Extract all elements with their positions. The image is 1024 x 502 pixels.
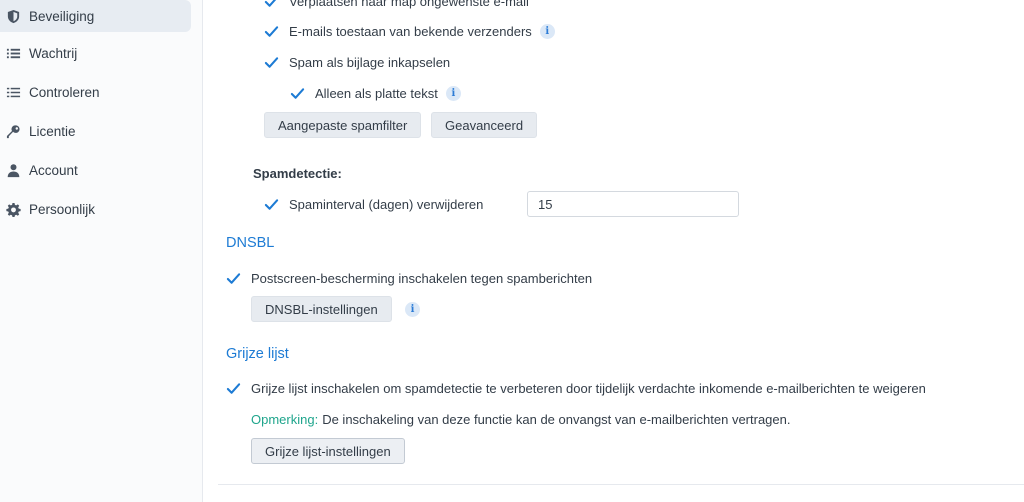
key-icon (5, 123, 21, 139)
sidebar: Beveiliging Wachtrij Controleren Licenti… (0, 0, 203, 502)
user-icon (5, 162, 21, 178)
sidebar-item-controleren[interactable]: Controleren (0, 76, 191, 108)
allow-known-senders-checkbox[interactable] (264, 24, 279, 39)
checkmark-icon (290, 87, 305, 99)
plain-text-checkbox[interactable] (290, 86, 305, 101)
sidebar-item-label: Controleren (29, 84, 100, 100)
move-junk-row: Verplaatsen naar map ongewenste e-mail (264, 0, 529, 11)
checkmark-icon (226, 382, 241, 394)
dnsbl-section-title: DNSBL (226, 235, 275, 251)
advanced-button[interactable]: Geavanceerd (431, 112, 538, 138)
info-icon[interactable]: i (445, 85, 461, 101)
shield-icon (5, 8, 21, 24)
greylist-section-title: Grijze lijst (226, 346, 289, 362)
greylist-note: Opmerking: De inschakeling van deze funct… (251, 412, 790, 427)
spam-interval-row: Spaminterval (dagen) verwijderen (264, 194, 483, 214)
note-key: Opmerking: (251, 412, 319, 427)
postscreen-checkbox[interactable] (226, 271, 241, 286)
checkmark-icon (264, 198, 279, 210)
move-junk-checkbox[interactable] (264, 0, 279, 9)
postscreen-row: Postscreen-bescherming inschakelen tegen… (226, 268, 592, 288)
allow-known-senders-row: E-mails toestaan van bekende verzenders … (264, 21, 555, 41)
plain-text-label: Alleen als platte tekst (315, 85, 438, 101)
encapsulate-checkbox[interactable] (264, 55, 279, 70)
info-icon[interactable]: i (405, 302, 420, 317)
checkmark-icon (226, 272, 241, 284)
sidebar-item-label: Account (29, 162, 78, 178)
sidebar-item-beveiliging[interactable]: Beveiliging (0, 0, 191, 32)
allow-known-senders-label: E-mails toestaan van bekende verzenders (289, 23, 532, 39)
encapsulate-row: Spam als bijlage inkapselen (264, 52, 450, 72)
main-content: Verplaatsen naar map ongewenste e-mail E… (204, 0, 1024, 502)
sidebar-item-licentie[interactable]: Licentie (0, 115, 191, 147)
note-text: De inschakeling van deze functie kan de … (322, 412, 791, 427)
custom-spam-filter-button[interactable]: Aangepaste spamfilter (264, 112, 422, 138)
sidebar-item-label: Wachtrij (29, 45, 78, 61)
dnsbl-settings-button[interactable]: DNSBL-instellingen (251, 296, 392, 322)
checkmark-icon (264, 25, 279, 37)
greylist-enable-checkbox[interactable] (226, 381, 241, 396)
spam-detection-heading: Spamdetectie: (253, 166, 342, 181)
spam-interval-input[interactable]: 15 (527, 191, 739, 217)
spam-interval-checkbox[interactable] (264, 197, 279, 212)
encapsulate-label: Spam als bijlage inkapselen (289, 54, 451, 70)
list-icon (5, 45, 21, 61)
info-icon[interactable]: i (539, 23, 555, 39)
postscreen-label: Postscreen-bescherming inschakelen tegen… (251, 270, 593, 286)
sidebar-item-label: Licentie (29, 123, 76, 139)
checkmark-icon (264, 0, 276, 7)
sidebar-item-wachtrij[interactable]: Wachtrij (0, 37, 191, 69)
greylist-settings-button[interactable]: Grijze lijst-instellingen (251, 438, 405, 464)
sidebar-item-persoonlijk[interactable]: Persoonlijk (0, 193, 191, 225)
greylist-enable-row: Grijze lijst inschakelen om spamdetectie… (226, 378, 926, 398)
checklist-icon (5, 84, 21, 100)
sidebar-item-label: Beveiliging (29, 8, 95, 24)
spam-interval-label: Spaminterval (dagen) verwijderen (289, 196, 484, 212)
sidebar-item-account[interactable]: Account (0, 154, 191, 186)
checkmark-icon (264, 56, 279, 68)
gear-icon (5, 201, 21, 217)
plain-text-row: Alleen als platte tekst i (290, 83, 461, 103)
divider (218, 484, 1024, 485)
sidebar-item-label: Persoonlijk (29, 201, 96, 217)
greylist-enable-label: Grijze lijst inschakelen om spamdetectie… (251, 380, 926, 396)
move-junk-label: Verplaatsen naar map ongewenste e-mail (289, 0, 529, 9)
